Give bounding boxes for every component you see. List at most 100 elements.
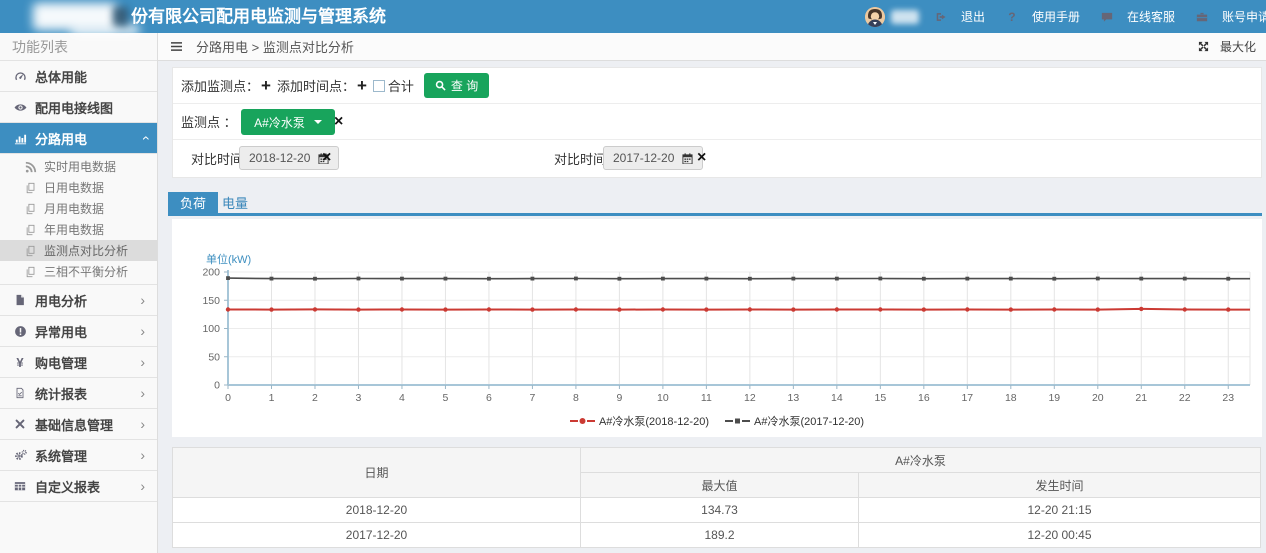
sidebar-item-branch-power[interactable]: 分路用电› — [0, 123, 157, 154]
copy-icon — [24, 266, 38, 278]
sidebar-item-label: 总体用能 — [35, 67, 87, 86]
avatar-face-icon — [865, 7, 885, 27]
add-monitor-plus-button[interactable]: + — [261, 77, 271, 94]
sidebar-subitem-daily-data[interactable]: 日用电数据 — [0, 177, 157, 198]
legend-label: A#冷水泵(2018-12-20) — [599, 413, 709, 429]
hamburger-menu-icon[interactable] — [169, 41, 183, 52]
comparison-table: 日期 A#冷水泵 最大值 发生时间 2018-12-20134.7312-20 … — [172, 447, 1261, 548]
add-time-label: 添加时间点： — [277, 76, 355, 95]
sidebar-item-purchase-mgmt[interactable]: ¥购电管理› — [0, 347, 157, 378]
table-header-date: 日期 — [173, 448, 581, 498]
tab-energy[interactable]: 电量 — [210, 192, 260, 216]
blurred-title-char — [113, 7, 128, 26]
sidebar-item-abnormal-power[interactable]: 异常用电› — [0, 316, 157, 347]
sidebar-subitem-monthly-data[interactable]: 月用电数据 — [0, 198, 157, 219]
sidebar-item-basic-info-mgmt[interactable]: 基础信息管理› — [0, 409, 157, 440]
legend-item[interactable]: A#冷水泵(2017-12-20) — [725, 413, 864, 429]
svg-text:0: 0 — [225, 392, 231, 404]
sidebar-item-label: 异常用电 — [35, 322, 87, 341]
svg-text:7: 7 — [530, 392, 536, 404]
nav-online-service[interactable]: 在线客服 — [1099, 8, 1175, 25]
compare-date-input-2[interactable]: 2017-12-20 — [603, 146, 703, 170]
sidebar-item-label: 统计报表 — [35, 384, 87, 403]
grid-icon — [12, 480, 28, 492]
sidebar-subitem-realtime-data[interactable]: 实时用电数据 — [0, 156, 157, 177]
row-max-value: 134.73 — [581, 498, 859, 523]
app-root: 份有限公司配用电监测与管理系统 退出?使用手册在线客服账号申请 功能列表 总体用… — [0, 0, 1266, 553]
comparison-line-chart: 0501001502000123456789101112131415161718… — [172, 219, 1262, 437]
svg-text:6: 6 — [486, 392, 492, 404]
sidebar-item-label: 购电管理 — [35, 353, 87, 372]
sidebar-subitem-three-phase[interactable]: 三相不平衡分析 — [0, 261, 157, 282]
sidebar-item-system-mgmt[interactable]: 系统管理› — [0, 440, 157, 471]
sidebar-item-label: 分路用电 — [35, 129, 87, 148]
sidebar-item-wiring-diagram[interactable]: 配用电接线图 — [0, 92, 157, 123]
legend-item[interactable]: A#冷水泵(2018-12-20) — [570, 413, 709, 429]
sidebar-subitem-label: 三相不平衡分析 — [44, 263, 128, 280]
row-occur-time: 12-20 21:15 — [859, 498, 1261, 523]
sum-checkbox[interactable] — [373, 80, 385, 92]
table-header-max: 最大值 — [581, 473, 859, 498]
sidebar-item-custom-report[interactable]: 自定义报表› — [0, 471, 157, 502]
sidebar-item-stats-report[interactable]: 统计报表› — [0, 378, 157, 409]
sidebar-subitem-label: 月用电数据 — [44, 200, 104, 217]
sidebar-subitem-monitor-compare[interactable]: 监测点对比分析 — [0, 240, 157, 261]
logout-icon — [933, 11, 949, 23]
table-body: 2018-12-20134.7312-20 21:152017-12-20189… — [173, 498, 1261, 548]
yen-icon: ¥ — [12, 356, 28, 369]
bar-chart-icon — [12, 132, 28, 145]
remove-compare-date-2-button[interactable]: × — [697, 150, 706, 166]
chat-icon — [1099, 11, 1115, 23]
svg-text:3: 3 — [356, 392, 362, 404]
alert-icon — [12, 325, 28, 338]
gears-icon — [12, 449, 28, 462]
svg-text:16: 16 — [918, 392, 930, 404]
svg-text:50: 50 — [208, 351, 220, 363]
eye-icon — [12, 101, 28, 114]
query-button[interactable]: 查 询 — [424, 73, 489, 98]
calendar-icon[interactable] — [681, 153, 693, 164]
row-date: 2017-12-20 — [173, 523, 581, 548]
app-title: 份有限公司配用电监测与管理系统 — [131, 0, 386, 33]
chart-legend: A#冷水泵(2018-12-20) A#冷水泵(2017-12-20) — [172, 413, 1262, 429]
sidebar-item-overall-energy[interactable]: 总体用能 — [0, 61, 157, 92]
copy-icon — [24, 203, 38, 215]
chevron-right-icon: › — [140, 478, 145, 494]
monitor-point-dropdown[interactable]: A#冷水泵 — [241, 109, 335, 135]
filter-row-compare-times: 对比时间： 2018-12-20 × 对比时间： 2017-12-20 × — [173, 140, 1261, 177]
svg-text:14: 14 — [831, 392, 843, 404]
svg-text:9: 9 — [616, 392, 622, 404]
rss-icon — [24, 161, 38, 173]
sum-checkbox-label: 合计 — [388, 76, 414, 95]
add-monitor-label: 添加监测点： — [181, 76, 259, 95]
svg-text:13: 13 — [788, 392, 800, 404]
monitor-point-value: A#冷水泵 — [254, 114, 305, 131]
sidebar-item-power-analysis[interactable]: 用电分析› — [0, 285, 157, 316]
maximize-label: 最大化 — [1220, 38, 1256, 55]
remove-monitor-point-button[interactable]: × — [334, 114, 343, 130]
monitor-row-label: 监测点 ： — [181, 112, 237, 131]
svg-text:100: 100 — [202, 323, 220, 335]
user-nav: 退出 ?使用手册 在线客服 账号申请 — [865, 0, 1266, 33]
username-blurred — [891, 10, 919, 24]
chevron-right-icon: › — [140, 416, 145, 432]
user-avatar[interactable] — [865, 7, 885, 27]
nav-manual[interactable]: ?使用手册 — [1004, 8, 1080, 25]
nav-logout-label: 退出 — [961, 8, 985, 25]
nav-account-apply[interactable]: 账号申请 — [1194, 8, 1266, 25]
copy-icon — [24, 245, 38, 257]
sidebar-item-label: 配用电接线图 — [35, 98, 113, 117]
add-time-plus-button[interactable]: + — [357, 77, 367, 94]
sidebar-submenu-branch-power: 实时用电数据日用电数据月用电数据年用电数据监测点对比分析三相不平衡分析 — [0, 154, 157, 285]
remove-compare-date-1-button[interactable]: × — [322, 150, 331, 166]
search-icon — [435, 80, 446, 91]
svg-text:15: 15 — [874, 392, 886, 404]
legend-marker-circle — [570, 416, 595, 426]
sidebar-subitem-label: 实时用电数据 — [44, 158, 116, 175]
row-date: 2018-12-20 — [173, 498, 581, 523]
sidebar-subitem-yearly-data[interactable]: 年用电数据 — [0, 219, 157, 240]
maximize-button[interactable]: 最大化 — [1198, 38, 1256, 55]
copy-icon — [24, 182, 38, 194]
nav-logout[interactable]: 退出 — [933, 8, 985, 25]
maximize-icon — [1198, 41, 1210, 52]
